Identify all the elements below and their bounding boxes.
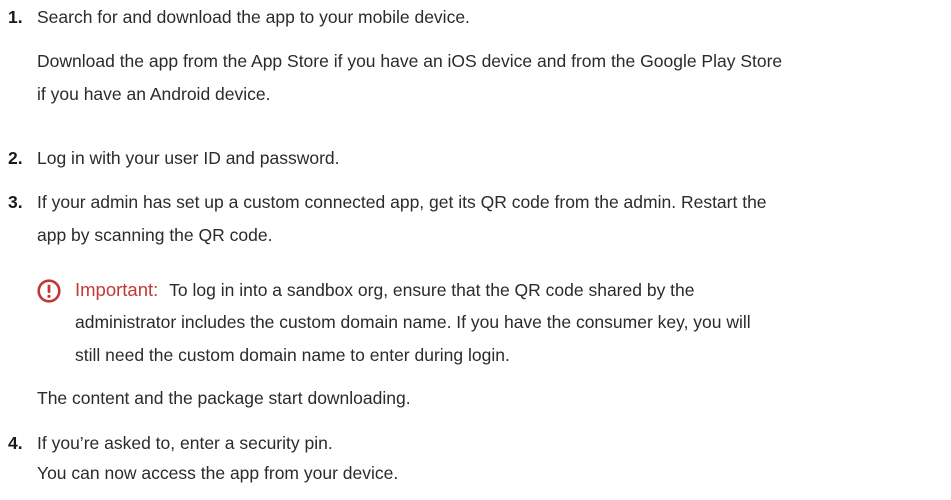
step-detail-line: if you have an Android device. [37, 84, 271, 104]
instructions-document: 1. Search for and download the app to yo… [0, 0, 951, 500]
important-icon [37, 279, 61, 303]
note-text: still need the custom domain name to ent… [75, 345, 510, 365]
step-detail-line: Download the app from the App Store if y… [37, 51, 783, 71]
step-text: If you’re asked to, enter a security pin… [37, 433, 333, 453]
step-number: 3. [8, 192, 23, 212]
note-text: administrator includes the custom domain… [75, 312, 751, 332]
important-label: Important: [75, 279, 159, 300]
note-text: To log in into a sandbox org, ensure tha… [169, 280, 695, 300]
step-number: 2. [8, 148, 23, 168]
step-after-text: The content and the package start downlo… [37, 388, 411, 408]
step-text: app by scanning the QR code. [37, 225, 273, 245]
step-text: Search for and download the app to your … [37, 7, 470, 27]
step-number: 4. [8, 433, 23, 453]
step-number: 1. [8, 7, 23, 27]
note-first-line: Important: To log in into a sandbox org,… [75, 276, 695, 305]
step-result: You can now access the app from your dev… [37, 463, 399, 483]
step-text: If your admin has set up a custom connec… [37, 192, 767, 212]
step-text: Log in with your user ID and password. [37, 148, 340, 168]
